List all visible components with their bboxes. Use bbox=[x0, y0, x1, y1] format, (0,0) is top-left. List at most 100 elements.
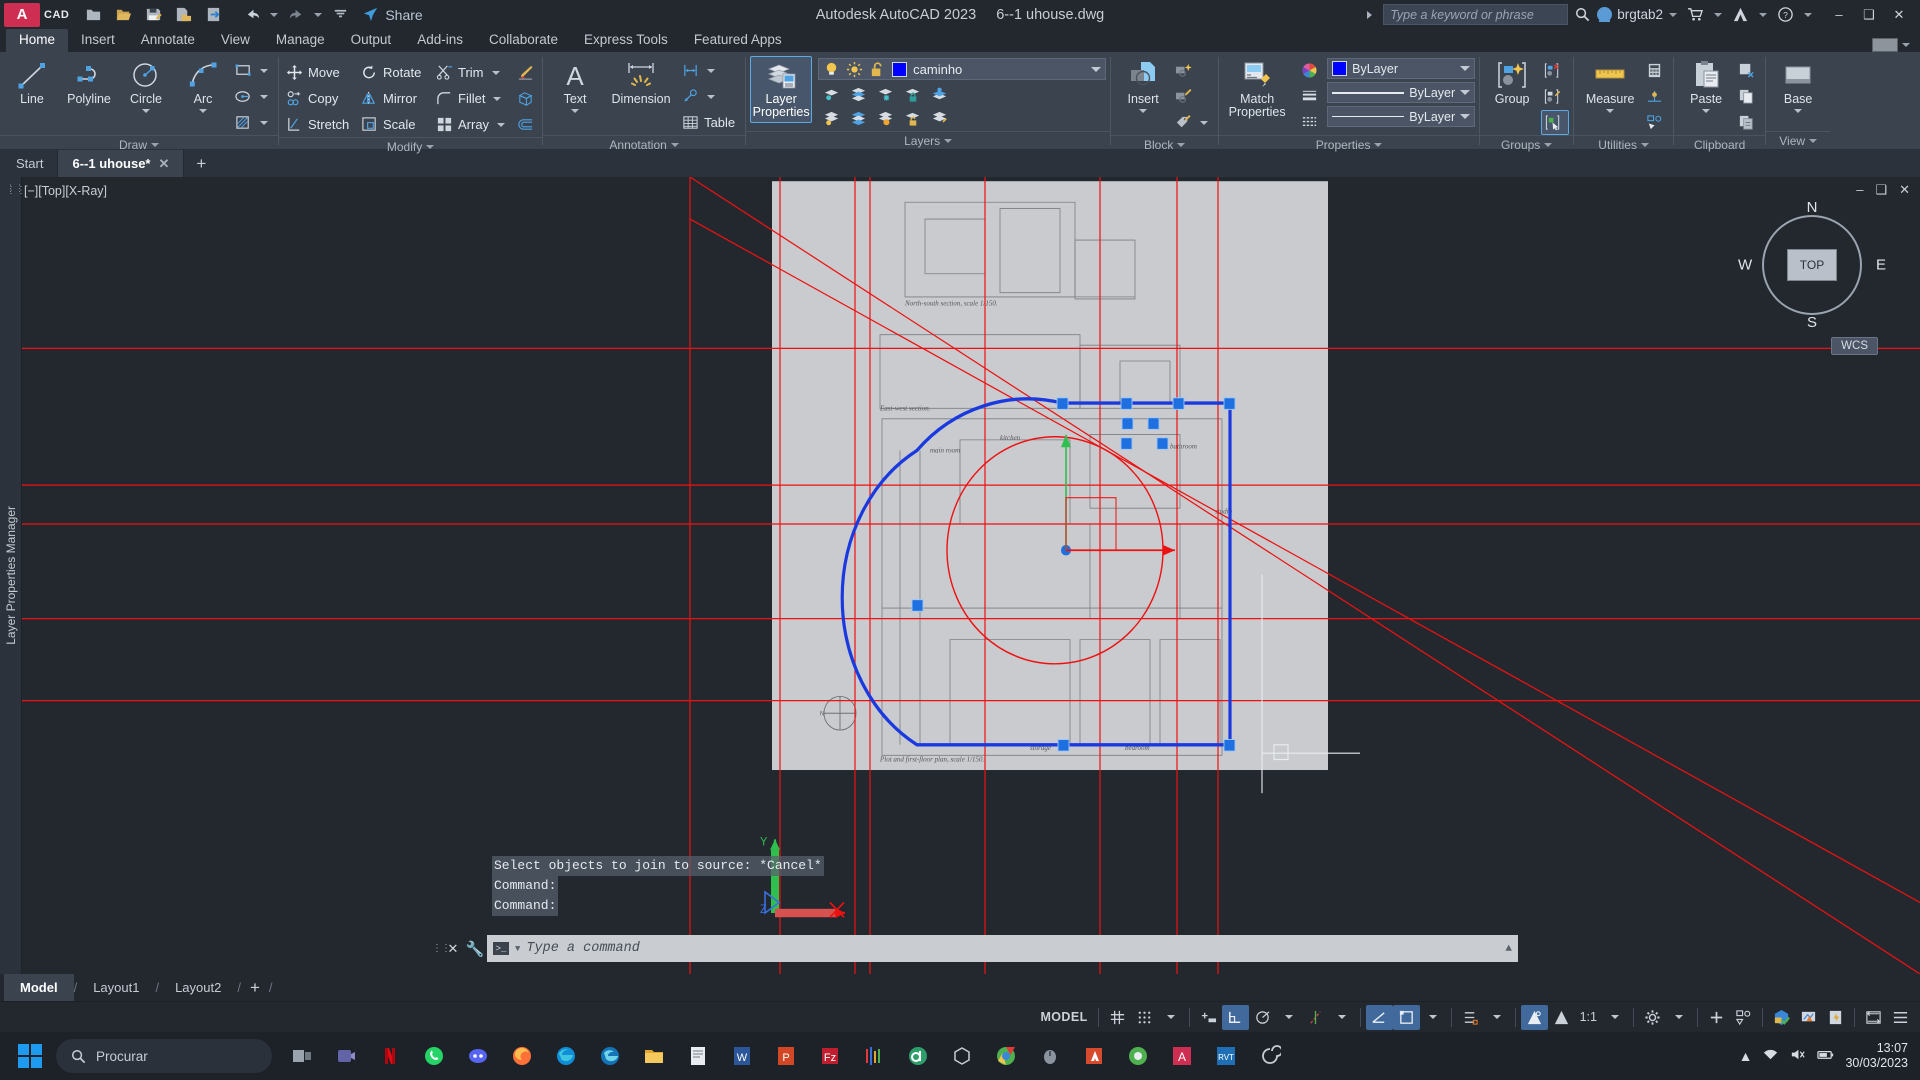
new-document-tab-button[interactable]: + bbox=[184, 150, 218, 177]
panel-title-properties[interactable]: Properties bbox=[1219, 135, 1480, 154]
ribbon-tab-collaborate[interactable]: Collaborate bbox=[476, 29, 571, 52]
group-edit-icon[interactable] bbox=[1541, 84, 1569, 109]
osnap-track-dropdown-icon[interactable] bbox=[1329, 1005, 1355, 1030]
task-view-icon[interactable] bbox=[282, 1035, 322, 1077]
new-layout-button[interactable]: + bbox=[241, 978, 269, 998]
powerpoint-icon[interactable]: P bbox=[766, 1035, 806, 1077]
move-button[interactable]: Move bbox=[283, 60, 357, 85]
linear-dimension-button[interactable] bbox=[679, 58, 741, 83]
layer-unlock-icon[interactable] bbox=[899, 107, 925, 130]
edge-icon[interactable] bbox=[546, 1035, 586, 1077]
qbittorrent-icon[interactable] bbox=[898, 1035, 938, 1077]
customize-qat-icon[interactable] bbox=[326, 2, 354, 28]
save-icon[interactable] bbox=[139, 2, 167, 28]
linear-dimension-dropdown-icon[interactable] bbox=[707, 68, 716, 73]
paste-dropdown-icon[interactable] bbox=[1702, 109, 1711, 113]
search-icon[interactable] bbox=[1574, 6, 1591, 23]
ucs-selector-badge[interactable]: WCS bbox=[1831, 337, 1878, 355]
notepad-icon[interactable] bbox=[678, 1035, 718, 1077]
gear-icon[interactable] bbox=[1639, 1005, 1666, 1030]
lineweight-dropdown[interactable]: ByLayer bbox=[1327, 82, 1476, 103]
file-explorer-icon[interactable] bbox=[634, 1035, 674, 1077]
model-tab[interactable]: Model bbox=[4, 974, 74, 1001]
undo-dropdown-icon[interactable] bbox=[268, 2, 280, 28]
hatch-button[interactable] bbox=[232, 110, 274, 135]
scale-dropdown-icon[interactable] bbox=[1602, 1005, 1628, 1030]
drawing-recovery-icon[interactable] bbox=[1822, 1005, 1849, 1030]
viewcube-south-label[interactable]: S bbox=[1807, 314, 1817, 331]
groups-panel-expand-icon[interactable] bbox=[1544, 143, 1553, 147]
layer-dropdown-icon[interactable] bbox=[1091, 66, 1102, 72]
ribbon-tab-featured-apps[interactable]: Featured Apps bbox=[681, 29, 795, 52]
layer-off-icon[interactable] bbox=[818, 107, 844, 130]
viewport-grip-icon[interactable]: ⋮⋮ bbox=[6, 185, 26, 196]
ucs-icon[interactable] bbox=[1392, 1004, 1420, 1030]
open-folder-icon[interactable] bbox=[109, 2, 137, 28]
fillet-button[interactable]: Fillet bbox=[433, 86, 511, 111]
viewport-controls-label[interactable]: [−][Top][X-Ray] bbox=[24, 184, 107, 198]
infer-icon[interactable] bbox=[1195, 1005, 1222, 1030]
block-panel-expand-icon[interactable] bbox=[1177, 143, 1186, 147]
wifi-icon[interactable] bbox=[1762, 1046, 1779, 1066]
fillet-dropdown-icon[interactable] bbox=[493, 96, 502, 101]
close-button[interactable]: ✕ bbox=[1884, 3, 1914, 27]
measure-button[interactable]: Measure bbox=[1578, 56, 1642, 116]
erase-brush-icon[interactable] bbox=[512, 60, 538, 85]
leader-dropdown-icon[interactable] bbox=[707, 94, 716, 99]
layer-lock-icon[interactable] bbox=[899, 83, 925, 106]
layer-control-dropdown[interactable]: caminho bbox=[818, 58, 1107, 80]
command-input[interactable]: >_ ▼ Type a command ▲ bbox=[487, 935, 1518, 962]
panel-title-utilities[interactable]: Utilities bbox=[1574, 135, 1674, 154]
circle-button[interactable]: Circle bbox=[118, 56, 174, 116]
text-button[interactable]: A Text bbox=[547, 56, 603, 116]
ribbon-minimize-icon[interactable] bbox=[1902, 43, 1910, 47]
array-dropdown-icon[interactable] bbox=[497, 122, 506, 127]
ribbon-tab-express-tools[interactable]: Express Tools bbox=[571, 29, 681, 52]
rectangle-button[interactable] bbox=[232, 58, 274, 83]
command-line-grip-icon[interactable]: ⋮⋮ bbox=[432, 943, 451, 954]
transparency-icon[interactable] bbox=[1520, 1004, 1548, 1030]
viewport-close-button[interactable]: ✕ bbox=[1899, 182, 1910, 198]
linetype-dropdown-icon[interactable] bbox=[1460, 114, 1471, 119]
hatch-dropdown-icon[interactable] bbox=[260, 120, 268, 125]
ucs-dropdown-icon[interactable] bbox=[1420, 1005, 1446, 1030]
autodesk-app-icon[interactable] bbox=[1728, 6, 1753, 23]
mouse-icon[interactable] bbox=[1030, 1035, 1070, 1077]
ribbon-panel-preview-icon[interactable] bbox=[1872, 38, 1898, 52]
scale-value-button[interactable]: 1:1 bbox=[1575, 1005, 1602, 1030]
edit-attribute-icon[interactable] bbox=[1172, 110, 1214, 135]
model-space-button[interactable]: MODEL bbox=[1035, 1005, 1092, 1030]
stretch-button[interactable]: Stretch bbox=[283, 112, 357, 137]
color-dropdown[interactable]: ByLayer bbox=[1327, 58, 1476, 79]
new-file-icon[interactable] bbox=[79, 2, 107, 28]
snap-dropdown-icon[interactable] bbox=[1158, 1005, 1184, 1030]
firefox-icon[interactable] bbox=[502, 1035, 542, 1077]
chevron-up-icon[interactable]: ▲ bbox=[1739, 1048, 1753, 1064]
viewcube-north-label[interactable]: N bbox=[1807, 199, 1818, 216]
insert-button[interactable]: Insert bbox=[1115, 56, 1171, 116]
ellipse-button[interactable] bbox=[232, 84, 274, 109]
command-line[interactable]: ⋮⋮ ✕ 🔧 >_ ▼ Type a command ▲ bbox=[432, 935, 1518, 962]
help-dropdown-icon[interactable] bbox=[1804, 12, 1812, 17]
cut-icon[interactable] bbox=[1735, 58, 1761, 83]
ribbon-tab-insert[interactable]: Insert bbox=[68, 29, 128, 52]
base-dropdown-icon[interactable] bbox=[1794, 109, 1803, 113]
command-history-expand-icon[interactable]: ▲ bbox=[1505, 943, 1512, 955]
annotation-monitor-icon[interactable] bbox=[1795, 1005, 1822, 1030]
panel-title-layers[interactable]: Layers bbox=[746, 131, 1111, 150]
panel-title-groups[interactable]: Groups bbox=[1480, 135, 1574, 154]
id-point-icon[interactable] bbox=[1643, 84, 1669, 109]
sketchup-icon[interactable] bbox=[942, 1035, 982, 1077]
copy-clip2-icon[interactable] bbox=[1735, 110, 1761, 135]
plot-icon[interactable] bbox=[199, 2, 227, 28]
workspace-dropdown-icon[interactable] bbox=[1666, 1005, 1692, 1030]
viewcube-east-label[interactable]: E bbox=[1876, 257, 1886, 274]
polar-dropdown-icon[interactable] bbox=[1276, 1005, 1302, 1030]
rectangle-dropdown-icon[interactable] bbox=[260, 68, 268, 73]
linetype-dropdown[interactable]: ByLayer bbox=[1327, 106, 1476, 127]
ribbon-tab-addins[interactable]: Add-ins bbox=[404, 29, 476, 52]
edge-beta-icon[interactable] bbox=[590, 1035, 630, 1077]
start-button[interactable] bbox=[8, 1034, 52, 1078]
close-icon[interactable]: ✕ bbox=[158, 156, 169, 172]
rotate-button[interactable]: Rotate bbox=[358, 60, 432, 85]
